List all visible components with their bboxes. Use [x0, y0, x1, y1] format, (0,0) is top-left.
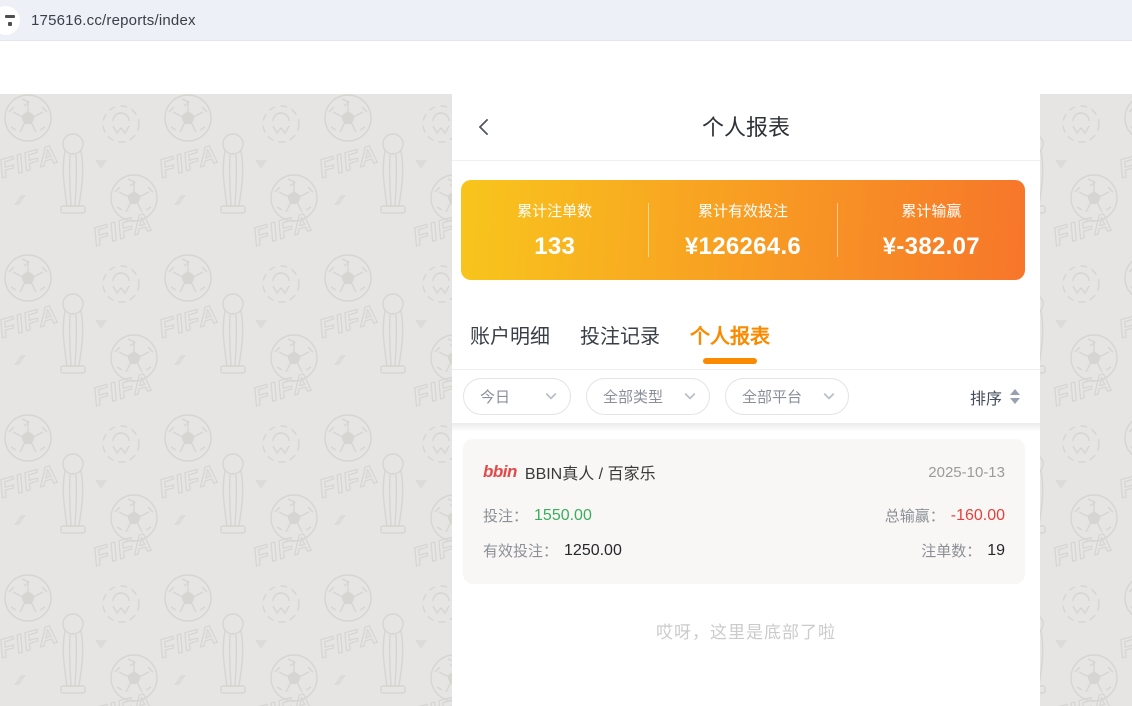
chevron-left-icon	[479, 119, 496, 136]
dropdown-label: 全部平台	[742, 386, 802, 407]
bet-label: 投注：	[483, 505, 528, 526]
valid-bet-value: 1250.00	[564, 542, 622, 560]
valid-bet-label: 有效投注：	[483, 540, 558, 561]
stat-label: 累计注单数	[461, 200, 648, 221]
stat-value: ¥126264.6	[649, 233, 836, 261]
order-count-label: 注单数：	[921, 540, 981, 561]
bet-amount-pair: 投注： 1550.00	[483, 505, 592, 526]
tab-bet-records[interactable]: 投注记录	[580, 304, 660, 369]
stat-label: 累计输赢	[838, 200, 1025, 221]
page-stage: FIFA FIFA 个人报表 累计注单数 133 累计有效投注 ¥126264.…	[0, 41, 1132, 706]
sort-label: 排序	[970, 385, 1002, 409]
app-header: 个人报表	[452, 94, 1040, 161]
dropdown-label: 全部类型	[603, 386, 663, 407]
bet-value: 1550.00	[534, 507, 592, 525]
winloss-label: 总输赢：	[885, 505, 945, 526]
date-filter-dropdown[interactable]: 今日	[463, 378, 571, 415]
divider-shadow	[452, 423, 1040, 432]
browser-address-bar[interactable]: 175616.cc/reports/index	[0, 0, 1132, 41]
summary-card: 累计注单数 133 累计有效投注 ¥126264.6 累计输赢 ¥-382.07	[461, 180, 1025, 280]
platform-filter-dropdown[interactable]: 全部平台	[725, 378, 849, 415]
tab-bar: 账户明细 投注记录 个人报表	[452, 304, 1040, 370]
record-date: 2025-10-13	[928, 464, 1005, 481]
stat-value: ¥-382.07	[838, 233, 1025, 261]
winloss-value: -160.00	[951, 507, 1005, 525]
page-title: 个人报表	[452, 94, 1040, 161]
sort-button[interactable]: 排序	[970, 385, 1020, 409]
valid-bet-pair: 有效投注： 1250.00	[483, 540, 622, 561]
stat-value: 133	[461, 233, 648, 261]
tab-account-details[interactable]: 账户明细	[470, 304, 550, 369]
stat-total-orders: 累计注单数 133	[461, 200, 648, 261]
site-favicon-icon	[0, 6, 20, 35]
url-text[interactable]: 175616.cc/reports/index	[0, 12, 196, 29]
end-of-list-text: 哎呀，这里是底部了啦	[452, 618, 1040, 643]
back-button[interactable]	[476, 118, 496, 138]
tab-personal-report[interactable]: 个人报表	[690, 304, 770, 369]
order-count-value: 19	[987, 542, 1005, 560]
bbin-logo: bbin	[483, 462, 517, 482]
sort-arrows-icon	[1010, 389, 1020, 404]
type-filter-dropdown[interactable]: 全部类型	[586, 378, 710, 415]
chevron-down-icon	[823, 388, 834, 399]
winloss-pair: 总输赢： -160.00	[885, 505, 1005, 526]
stat-valid-bets: 累计有效投注 ¥126264.6	[649, 200, 836, 261]
chevron-down-icon	[545, 388, 556, 399]
stat-winloss: 累计输赢 ¥-382.07	[838, 200, 1025, 261]
dropdown-label: 今日	[480, 386, 510, 407]
filter-bar: 今日 全部类型 全部平台 排序	[452, 370, 1040, 423]
app-panel: 个人报表 累计注单数 133 累计有效投注 ¥126264.6 累计输赢 ¥-3…	[452, 94, 1040, 706]
report-record-card[interactable]: bbin BBIN真人 / 百家乐 2025-10-13 投注： 1550.00…	[463, 439, 1025, 584]
order-count-pair: 注单数： 19	[921, 540, 1005, 561]
record-title: BBIN真人 / 百家乐	[525, 460, 656, 484]
chevron-down-icon	[684, 388, 695, 399]
stat-label: 累计有效投注	[649, 200, 836, 221]
